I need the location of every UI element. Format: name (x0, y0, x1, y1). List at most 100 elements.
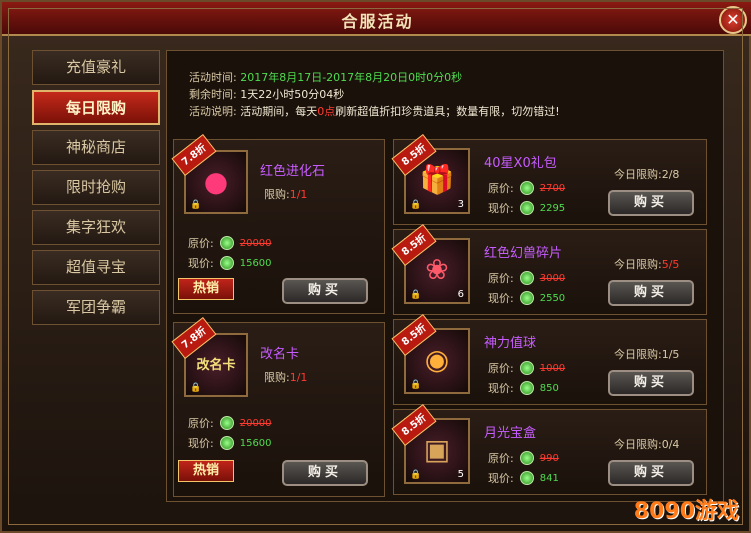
now-price-value: 15600 (239, 437, 272, 449)
coin-icon (219, 436, 234, 450)
remain-label: 剩余时间: (189, 88, 237, 101)
activity-window: 合服活动 ✕ 充值豪礼 每日限购 神秘商店 限时抢购 集字狂欢 超值寻宝 军团争… (0, 0, 751, 533)
coin-icon (219, 416, 234, 430)
main-panel: 活动时间: 2017年8月17日-2017年8月20日0时0分0秒 剩余时间: … (166, 50, 724, 502)
lock-icon: 🔒 (410, 290, 422, 300)
now-price-value: 2550 (539, 292, 566, 304)
coin-icon (519, 471, 534, 485)
coin-icon (219, 256, 234, 270)
now-price-row: 现价: 15600 (188, 255, 272, 271)
item-card: ◉ 🔒 8.5折 神力值球 原价: 1000 现价: 850 今日限购:1/5 … (391, 314, 707, 405)
orig-price-value: 3000 (539, 272, 566, 284)
orig-price-row: 原价: 3000 (488, 270, 565, 286)
item-count: 3 (457, 199, 464, 210)
desc-label: 活动说明: (189, 105, 237, 118)
today-limit: 今日限购:2/8 (614, 166, 679, 182)
item-name: 红色进化石 (260, 164, 326, 179)
today-limit: 今日限购:0/4 (614, 436, 679, 452)
lock-icon: 🔒 (190, 383, 202, 393)
now-price-row: 现价: 2550 (488, 290, 565, 306)
desc-prefix: 活动期间，每天 (240, 105, 318, 118)
sidebar-item-word-collect[interactable]: 集字狂欢 (32, 210, 160, 245)
orig-price-value: 20000 (239, 237, 272, 249)
buy-button[interactable]: 购买 (608, 460, 694, 486)
now-price-label: 现价: (488, 382, 514, 395)
item-card: 🎁 3 🔒 8.5折 40星X0礼包 原价: 2700 现价: 2295 今日限… (391, 134, 707, 225)
close-button[interactable]: ✕ (719, 6, 747, 34)
now-price-label: 现价: (488, 472, 514, 485)
limit-label: 限购: (264, 188, 290, 201)
sidebar: 充值豪礼 每日限购 神秘商店 限时抢购 集字狂欢 超值寻宝 军团争霸 (32, 50, 160, 330)
today-limit-value: 0/4 (661, 438, 680, 451)
now-price-label: 现价: (188, 257, 214, 270)
time-label: 活动时间: (189, 71, 237, 84)
today-limit-label: 今日限购: (614, 348, 662, 361)
hot-badge: 热销 (178, 278, 234, 300)
sidebar-item-legion-battle[interactable]: 军团争霸 (32, 290, 160, 325)
desc-suffix: 刷新超值折扣珍贵道具；数量有限，切勿错过! (335, 105, 560, 118)
buy-button[interactable]: 购买 (282, 460, 368, 486)
coin-icon (519, 291, 534, 305)
item-card: 改名卡 🔒 7.8折 改名卡 限购:1/1 原价: 20000 现价: 1560… (171, 317, 385, 497)
orig-price-value: 990 (539, 452, 559, 464)
now-price-row: 现价: 2295 (488, 200, 565, 216)
item-name: 改名卡 (260, 347, 300, 362)
window-title: 合服活动 (341, 12, 414, 31)
coin-icon (519, 271, 534, 285)
now-price-value: 841 (539, 472, 559, 484)
item-count: 5 (457, 469, 464, 480)
today-limit: 今日限购:5/5 (614, 256, 679, 272)
coin-icon (519, 381, 534, 395)
orig-price-label: 原价: (488, 362, 514, 375)
buy-button[interactable]: 购买 (608, 280, 694, 306)
now-price-row: 现价: 15600 (188, 435, 272, 451)
today-limit-label: 今日限购: (614, 168, 662, 181)
today-limit-label: 今日限购: (614, 258, 662, 271)
item-name: 红色幻兽碎片 (484, 246, 563, 261)
lock-icon: 🔒 (410, 380, 422, 390)
desc-highlight: 0点 (317, 105, 336, 118)
item-limit: 限购:1/1 (264, 369, 307, 385)
orig-price-label: 原价: (488, 272, 514, 285)
orig-price-row: 原价: 20000 (188, 235, 272, 251)
orig-price-label: 原价: (488, 182, 514, 195)
item-card: ❀ 6 🔒 8.5折 红色幻兽碎片 原价: 3000 现价: 2550 今日限购… (391, 224, 707, 315)
now-price-value: 15600 (239, 257, 272, 269)
orig-price-value: 20000 (239, 417, 272, 429)
item-count: 6 (457, 289, 464, 300)
sidebar-item-treasure-hunt[interactable]: 超值寻宝 (32, 250, 160, 285)
today-limit: 今日限购:1/5 (614, 346, 679, 362)
orig-price-label: 原价: (188, 417, 214, 430)
limit-value: 1/1 (289, 371, 308, 384)
now-price-row: 现价: 841 (488, 470, 559, 486)
buy-button[interactable]: 购买 (282, 278, 368, 304)
orig-price-value: 1000 (539, 362, 566, 374)
buy-button[interactable]: 购买 (608, 190, 694, 216)
orig-price-row: 原价: 990 (488, 450, 559, 466)
now-price-label: 现价: (488, 202, 514, 215)
title-bar: 合服活动 ✕ (2, 2, 751, 36)
now-price-value: 2295 (539, 202, 566, 214)
now-price-row: 现价: 850 (488, 380, 559, 396)
orig-price-row: 原价: 2700 (488, 180, 565, 196)
orig-price-value: 2700 (539, 182, 566, 194)
sidebar-item-daily-limit[interactable]: 每日限购 (32, 90, 160, 125)
today-limit-value: 2/8 (661, 168, 680, 181)
lock-icon: 🔒 (410, 200, 422, 210)
orig-price-row: 原价: 1000 (488, 360, 565, 376)
today-limit-value: 5/5 (661, 258, 680, 271)
limit-value: 1/1 (289, 188, 308, 201)
hot-badge: 热销 (178, 460, 234, 482)
item-card: ● 🔒 7.8折 红色进化石 限购:1/1 原价: 20000 现价: 1560… (171, 134, 385, 314)
sidebar-item-mystery-shop[interactable]: 神秘商店 (32, 130, 160, 165)
now-price-label: 现价: (488, 292, 514, 305)
item-name: 40星X0礼包 (484, 156, 557, 171)
sidebar-item-recharge[interactable]: 充值豪礼 (32, 50, 160, 85)
sidebar-item-flash-sale[interactable]: 限时抢购 (32, 170, 160, 205)
buy-button[interactable]: 购买 (608, 370, 694, 396)
today-limit-label: 今日限购: (614, 438, 662, 451)
activity-info: 活动时间: 2017年8月17日-2017年8月20日0时0分0秒 剩余时间: … (189, 69, 560, 120)
coin-icon (519, 451, 534, 465)
now-price-value: 850 (539, 382, 559, 394)
now-price-label: 现价: (188, 437, 214, 450)
